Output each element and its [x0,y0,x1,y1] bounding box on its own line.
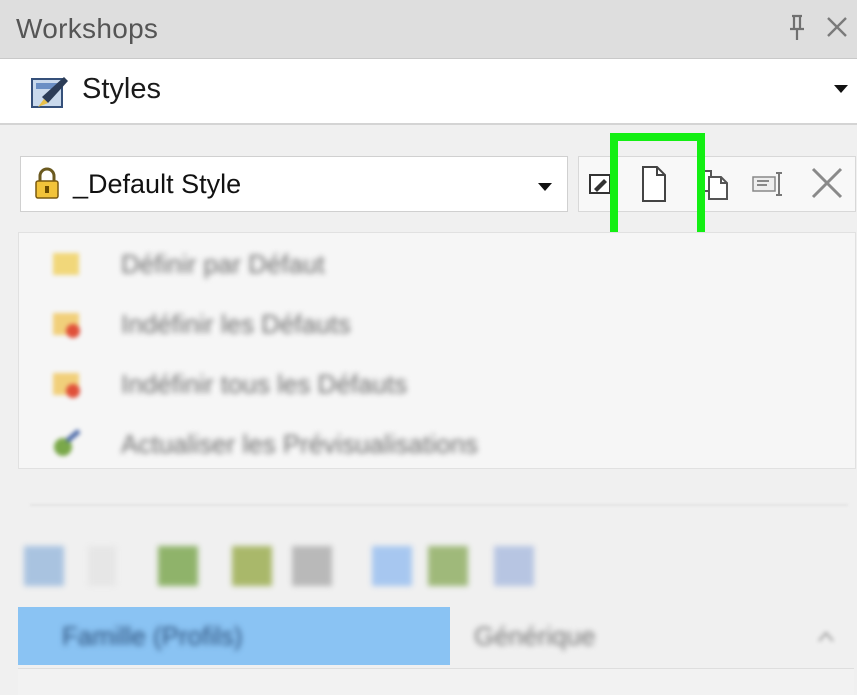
lock-icon [34,167,60,199]
folder-icon [49,247,83,279]
workshop-selector-label: Styles [82,73,161,105]
style-dropdown[interactable]: _Default Style [20,156,568,212]
folder-remove-all-icon [49,367,83,399]
window-icon[interactable] [372,546,412,586]
list-item-label: Actualiser les Prévisualisations [121,429,478,459]
delete-style-icon[interactable] [805,157,849,211]
property-name-cell[interactable]: Famille (Profils) [18,607,450,665]
chevron-down-icon[interactable] [537,179,553,197]
panel-title: Workshops [16,13,159,44]
new-style-icon[interactable] [631,157,675,211]
refresh-preview-icon [49,427,83,459]
chevron-down-icon[interactable] [818,629,834,647]
chevron-down-icon[interactable] [833,81,849,99]
panel-titlebar: Workshops [0,0,857,59]
table-icon[interactable] [494,546,534,586]
list-item-label: Définir par Défaut [121,249,325,279]
folder-remove-icon [49,307,83,339]
copy-style-icon[interactable] [697,157,735,211]
list-item-label: Indéfinir les Défauts [121,309,351,339]
property-value: Générique [474,621,596,651]
list-item[interactable]: Définir par Défaut [49,241,749,285]
action-list: Définir par Défaut Indéfinir les Défauts… [18,232,856,469]
divider [30,504,848,506]
styles-icon [30,73,70,111]
list-item[interactable]: Indéfinir tous les Défauts [49,361,749,405]
list-item[interactable]: Indéfinir les Défauts [49,301,749,345]
document-icon[interactable] [24,546,64,586]
rename-style-icon[interactable] [749,157,793,211]
property-row[interactable]: Famille (Profils) Générique [18,607,854,665]
style-dropdown-value: _Default Style [73,169,242,199]
paint-icon[interactable] [232,546,272,586]
edit-style-icon[interactable] [585,157,615,211]
workshop-selector[interactable]: Styles [0,59,857,125]
pin-icon[interactable] [783,12,811,44]
bottom-strip [18,668,854,695]
property-name: Famille (Profils) [62,621,243,651]
list-item-label: Indéfinir tous les Défauts [121,369,408,399]
grid-icon[interactable] [292,546,332,586]
folder-icon[interactable] [428,546,468,586]
folder-icon[interactable] [158,546,198,586]
list-item[interactable]: Actualiser les Prévisualisations [49,421,749,465]
lower-toolbar [18,538,854,600]
close-icon[interactable] [820,12,854,44]
text-icon[interactable] [88,546,116,586]
style-toolbar [578,156,856,212]
